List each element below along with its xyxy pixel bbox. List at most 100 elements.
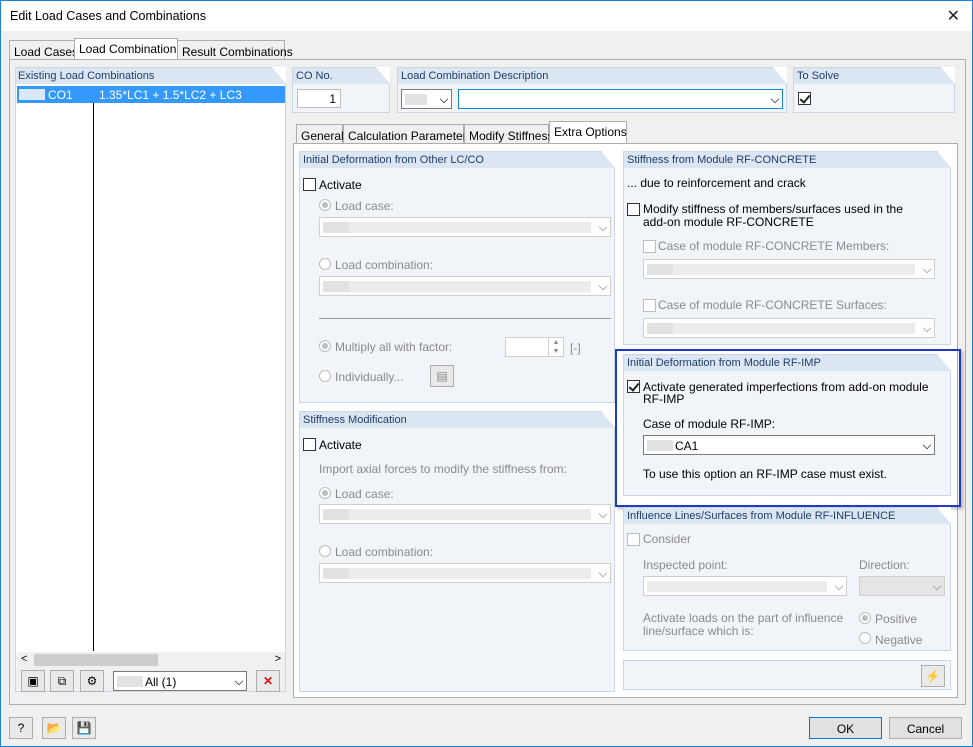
positive-radio[interactable] [859, 612, 871, 624]
description-color-select[interactable] [401, 89, 452, 109]
init-def-load-case-select[interactable] [319, 217, 611, 237]
filter-select[interactable]: All (1) [113, 671, 247, 691]
open-icon[interactable]: 📂 [42, 717, 66, 739]
rf-imp-case-value: CA1 [675, 439, 699, 453]
divider [319, 318, 611, 319]
rf-imp-activate-line1: Activate generated imperfections from ad… [643, 380, 929, 394]
init-def-other-title: Initial Deformation from Other LC/CO [300, 151, 615, 168]
cancel-button[interactable]: Cancel [889, 717, 962, 739]
tab-load-cases[interactable]: Load Cases [9, 40, 78, 60]
existing-combinations-group: Existing Load Combinations CO1 1.35*LC1 … [15, 67, 286, 692]
copy-combination-icon[interactable]: ⧉ [50, 670, 74, 692]
individually-edit-icon[interactable]: ▤ [430, 365, 454, 387]
close-icon[interactable]: ✕ [947, 6, 960, 26]
row-id: CO1 [48, 88, 73, 102]
new-combination-icon[interactable]: ▣ [21, 670, 45, 692]
chevron-down-icon [770, 94, 780, 104]
negative-radio[interactable] [859, 632, 871, 644]
init-def-activate-label: Activate [319, 178, 362, 192]
factor-unit: [-] [570, 341, 581, 355]
init-def-load-combination-select[interactable] [319, 276, 611, 296]
to-solve-group: To Solve [793, 67, 955, 113]
rf-influence-title: Influence Lines/Surfaces from Module RF-… [624, 507, 951, 524]
scroll-left-icon[interactable]: < [21, 653, 27, 665]
rf-influence-consider-checkbox[interactable] [627, 533, 640, 546]
description-group: Load Combination Description [397, 67, 787, 113]
stiffness-mod-group: Stiffness Modification Activate Import a… [299, 411, 615, 692]
init-def-load-case-radio[interactable] [319, 199, 331, 211]
chevron-down-icon [922, 264, 932, 274]
bottom-tool-strip [623, 660, 951, 690]
description-label: Load Combination Description [398, 67, 787, 84]
rf-concrete-surfaces-select[interactable] [643, 318, 935, 338]
import-text: Import axial forces to modify the stiffn… [319, 462, 567, 476]
init-def-load-case-label: Load case: [335, 199, 394, 213]
tab-modify-stiffness[interactable]: Modify Stiffness [464, 124, 553, 144]
stiffness-load-combination-select[interactable] [319, 563, 611, 583]
chevron-down-icon [439, 94, 449, 104]
tab-general[interactable]: General [296, 124, 344, 144]
window-title: Edit Load Cases and Combinations [10, 9, 206, 23]
multiply-label: Multiply all with factor: [335, 340, 453, 354]
to-solve-checkbox[interactable] [798, 92, 811, 105]
tab-result-combinations[interactable]: Result Combinations [177, 40, 293, 60]
init-def-other-group: Initial Deformation from Other LC/CO Act… [299, 151, 615, 403]
rf-imp-case-label: Case of module RF-IMP: [643, 417, 776, 431]
rf-concrete-modify-checkbox[interactable] [627, 203, 640, 216]
direction-select[interactable] [859, 576, 945, 596]
row-formula: 1.35*LC1 + 1.5*LC2 + LC3 [99, 88, 242, 102]
individually-radio[interactable] [319, 370, 331, 382]
delete-icon[interactable]: ✕ [256, 670, 280, 692]
horizontal-scrollbar[interactable]: < > [17, 652, 285, 668]
multiply-radio[interactable] [319, 340, 331, 352]
init-def-load-combination-label: Load combination: [335, 258, 434, 272]
rf-concrete-surfaces-checkbox[interactable] [643, 299, 656, 312]
inspected-point-label: Inspected point: [643, 558, 728, 572]
stiffness-activate-checkbox[interactable] [303, 438, 316, 451]
stiffness-mod-title: Stiffness Modification [300, 411, 615, 428]
lightning-edit-icon[interactable]: ⚡ [921, 665, 945, 687]
co-no-label: CO No. [293, 67, 390, 84]
scrollbar-thumb[interactable] [34, 654, 158, 666]
table-row[interactable]: CO1 1.35*LC1 + 1.5*LC2 + LC3 [17, 86, 285, 103]
influence-activate-line1: Activate loads on the part of influence [643, 611, 844, 625]
column-divider [93, 103, 94, 651]
positive-label: Positive [875, 612, 918, 626]
rf-concrete-members-select[interactable] [643, 259, 935, 279]
rf-imp-note: To use this option an RF-IMP case must e… [643, 467, 887, 481]
inspected-point-select[interactable] [643, 576, 847, 596]
chevron-down-icon [922, 440, 932, 450]
rf-concrete-title: Stiffness from Module RF-CONCRETE [624, 151, 951, 168]
rf-imp-activate-checkbox[interactable] [627, 380, 640, 393]
co-no-input[interactable]: 1 [297, 89, 341, 108]
rf-concrete-members-checkbox[interactable] [643, 240, 656, 253]
help-icon[interactable]: ? [9, 717, 33, 739]
rf-concrete-note: ... due to reinforcement and crack [627, 176, 806, 190]
to-solve-label: To Solve [794, 67, 955, 84]
chevron-down-icon [598, 222, 608, 232]
rf-concrete-group: Stiffness from Module RF-CONCRETE ... du… [623, 151, 951, 345]
tab-load-combinations[interactable]: Load Combinations [74, 38, 182, 60]
rf-concrete-modify-line2: add-on module RF-CONCRETE [643, 215, 814, 229]
stiffness-load-case-select[interactable] [319, 504, 611, 524]
stiffness-load-case-radio[interactable] [319, 487, 331, 499]
rf-concrete-surfaces-label: Case of module RF-CONCRETE Surfaces: [658, 298, 887, 312]
tab-calculation-parameters[interactable]: Calculation Parameters [343, 124, 473, 144]
chevron-down-icon [598, 281, 608, 291]
ok-button[interactable]: OK [809, 717, 882, 739]
renumber-icon[interactable]: ⚙ [80, 670, 104, 692]
save-icon[interactable]: 💾 [72, 717, 96, 739]
stiffness-load-combination-label: Load combination: [335, 545, 434, 559]
stiffness-activate-label: Activate [319, 438, 362, 452]
stiffness-load-combination-radio[interactable] [319, 545, 331, 557]
description-input[interactable] [458, 89, 783, 109]
rf-imp-group: Initial Deformation from Module RF-IMP A… [623, 354, 951, 496]
rf-influence-group: Influence Lines/Surfaces from Module RF-… [623, 507, 951, 651]
filter-value: All (1) [145, 675, 177, 689]
rf-imp-case-select[interactable]: CA1 [643, 435, 935, 455]
init-def-load-combination-radio[interactable] [319, 258, 331, 270]
init-def-activate-checkbox[interactable] [303, 178, 316, 191]
factor-stepper[interactable]: ▲ ▼ [505, 337, 564, 357]
tab-extra-options[interactable]: Extra Options [549, 121, 627, 143]
scroll-right-icon[interactable]: > [275, 653, 281, 665]
